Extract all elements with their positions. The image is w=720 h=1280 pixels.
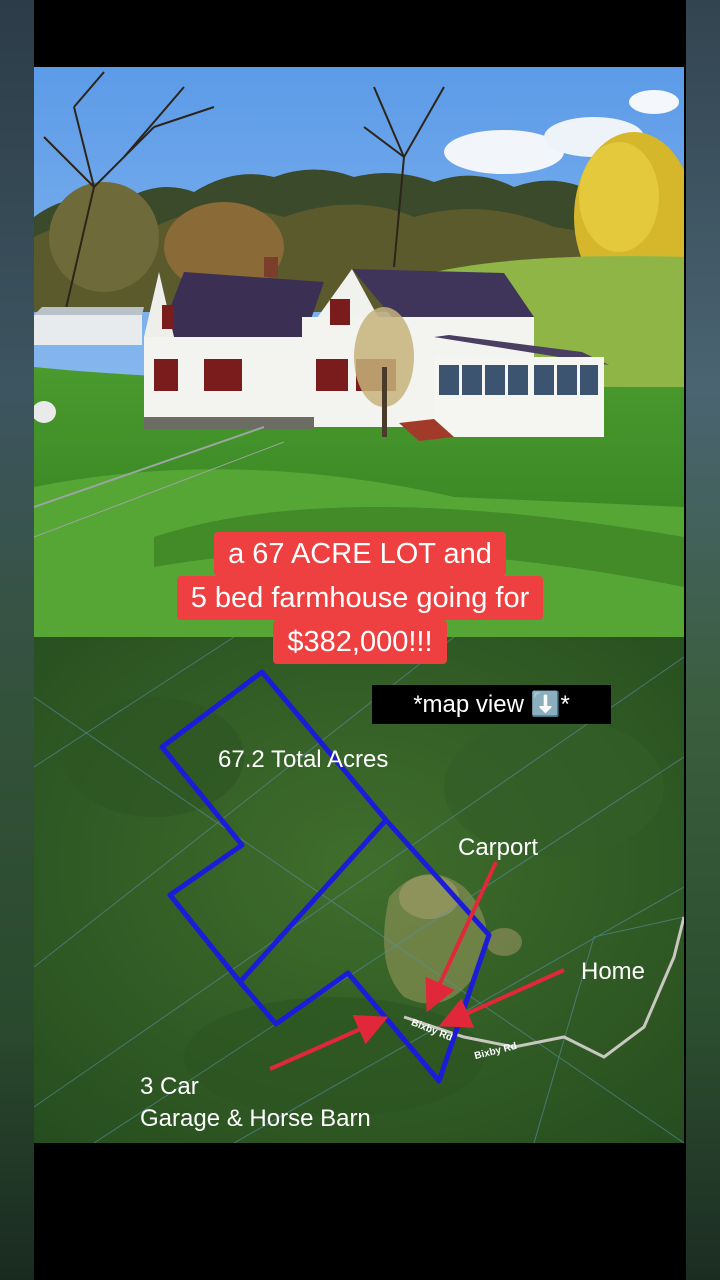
garage-label-line2: Garage & Horse Barn (140, 1105, 371, 1132)
caption-line-2-wrap: 5 bed farmhouse going for (0, 576, 720, 620)
caption-line-1-wrap: a 67 ACRE LOT and (0, 532, 720, 576)
total-acres-label: 67.2 Total Acres (218, 746, 389, 773)
caption-line-1: a 67 ACRE LOT and (214, 532, 506, 576)
caption-line-2: 5 bed farmhouse going for (176, 576, 544, 620)
carport-label: Carport (458, 834, 539, 861)
map-view-label: *map view ⬇️* (372, 685, 611, 724)
caption-line-3: $382,000!!! (273, 620, 447, 664)
home-label: Home (581, 958, 646, 985)
garage-label-line1: 3 Car (140, 1073, 199, 1100)
caption-line-3-wrap: $382,000!!! (0, 620, 720, 664)
